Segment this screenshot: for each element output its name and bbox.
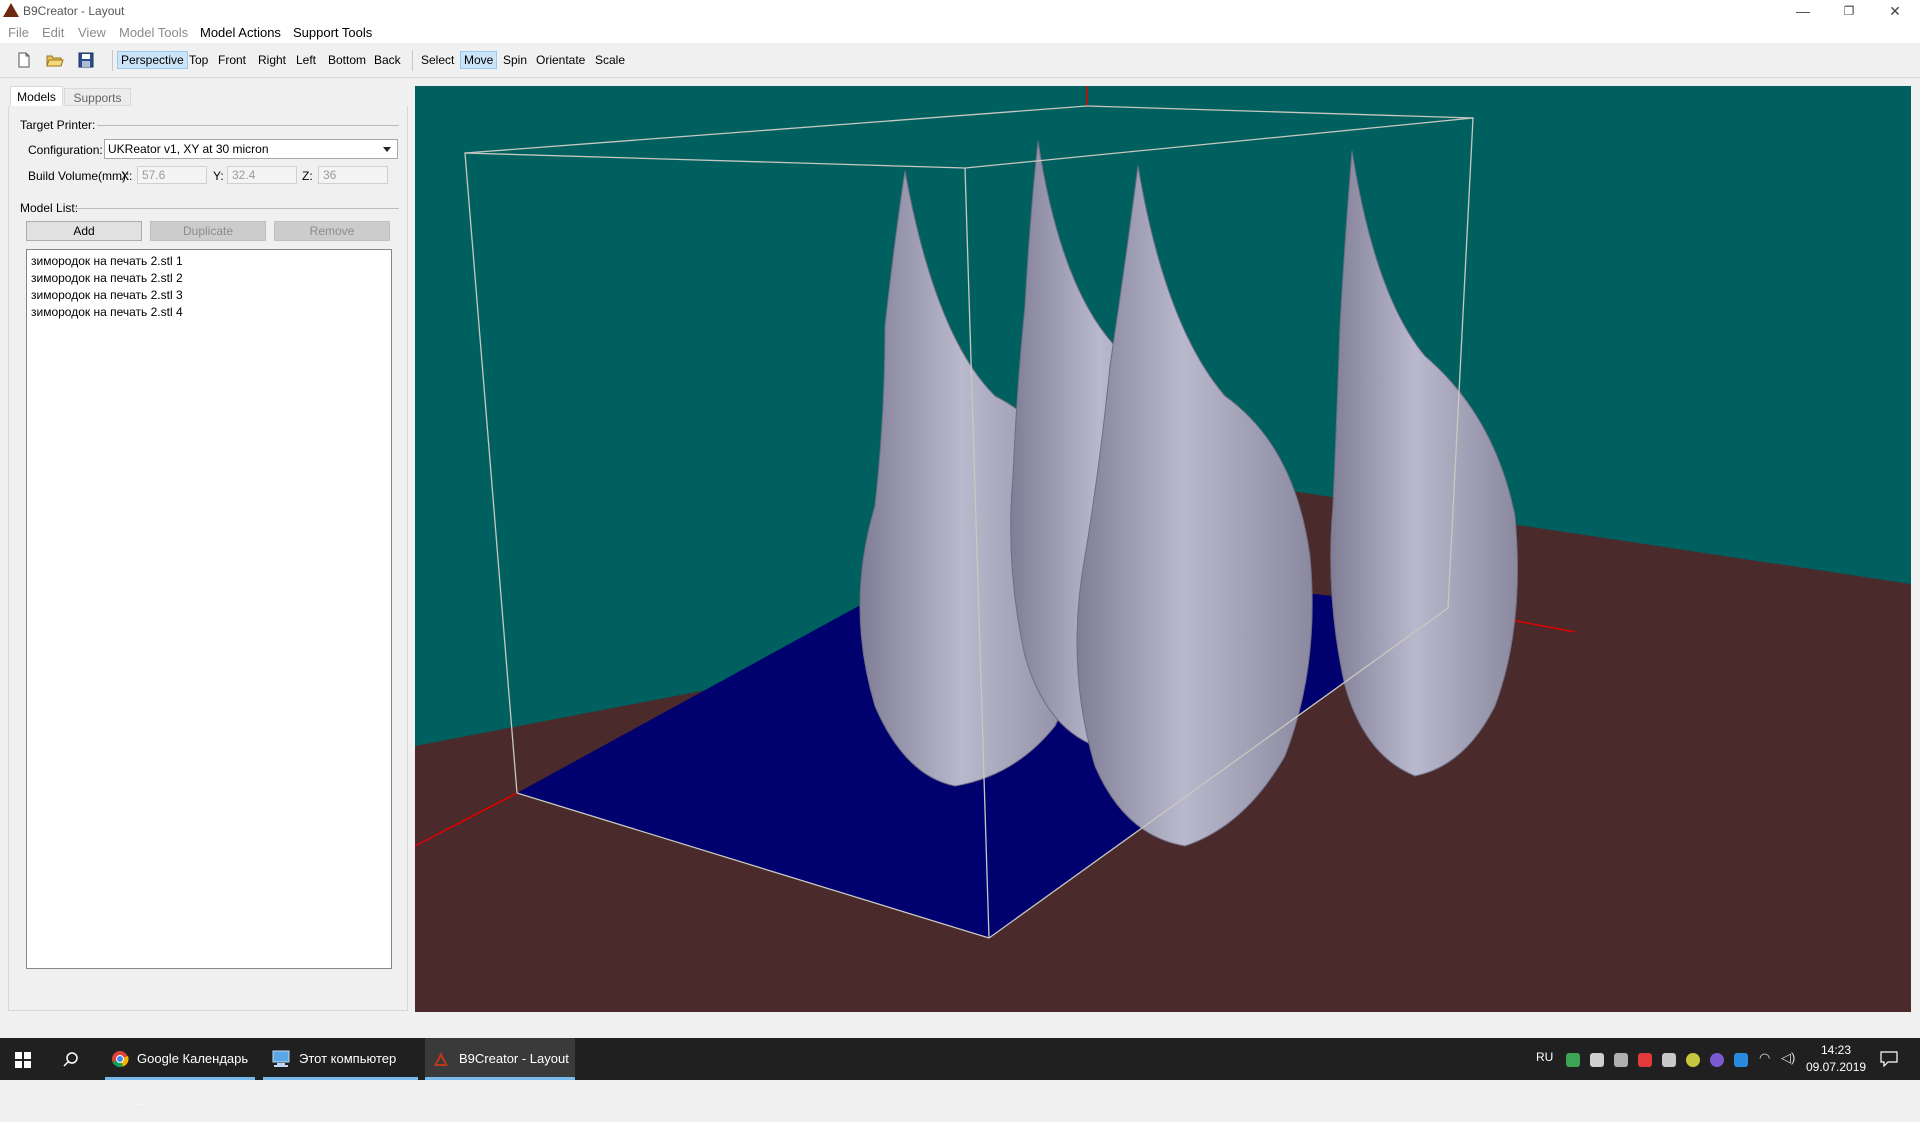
list-item[interactable]: зимородок на печать 2.stl 3 <box>31 288 183 302</box>
tool-spin-button[interactable]: Spin <box>500 51 530 69</box>
taskbar-item-chrome[interactable]: Google Календарь ... <box>105 1038 255 1108</box>
menu-edit[interactable]: Edit <box>42 25 64 40</box>
tray-viber-icon[interactable] <box>1710 1053 1724 1067</box>
b9creator-app-icon <box>3 3 19 17</box>
build-volume-z-field: 36 <box>318 166 388 184</box>
view-bottom-button[interactable]: Bottom <box>325 51 369 69</box>
tool-select-button[interactable]: Select <box>418 51 457 69</box>
model-list-label: Model List: <box>20 201 79 215</box>
view-top-button[interactable]: Top <box>186 51 211 69</box>
remove-model-button[interactable]: Remove <box>274 221 390 241</box>
save-icon[interactable] <box>77 51 95 69</box>
configuration-label: Configuration: <box>28 143 103 157</box>
list-item[interactable]: зимородок на печать 2.stl 2 <box>31 271 183 285</box>
windows-start-icon[interactable] <box>15 1052 31 1068</box>
b9creator-icon <box>434 1052 448 1066</box>
language-indicator[interactable]: RU <box>1536 1050 1553 1064</box>
menu-model-actions[interactable]: Model Actions <box>200 25 281 40</box>
menu-support-tools[interactable]: Support Tools <box>293 25 372 40</box>
taskbar-item-b9creator[interactable]: B9Creator - Layout <box>425 1038 575 1080</box>
close-button[interactable]: ✕ <box>1872 0 1918 22</box>
computer-icon <box>272 1050 290 1067</box>
list-item[interactable]: зимородок на печать 2.stl 4 <box>31 305 183 319</box>
search-icon[interactable] <box>63 1051 79 1067</box>
tray-messenger-icon[interactable] <box>1734 1053 1748 1067</box>
wifi-icon[interactable]: ◠ <box>1759 1050 1770 1066</box>
3d-viewport[interactable] <box>415 86 1911 1012</box>
tray-network-share-icon[interactable] <box>1590 1053 1604 1067</box>
tray-cloud-icon[interactable] <box>1662 1053 1676 1067</box>
tray-antivirus-icon[interactable] <box>1638 1053 1652 1067</box>
tray-update-icon[interactable] <box>1686 1053 1700 1067</box>
duplicate-model-button[interactable]: Duplicate <box>150 221 266 241</box>
model-list[interactable]: зимородок на печать 2.stl 1 зимородок на… <box>26 249 392 969</box>
build-volume-x-field: 57.6 <box>137 166 207 184</box>
open-folder-icon[interactable] <box>46 51 64 69</box>
taskbar-item-computer[interactable]: Этот компьютер <box>263 1038 418 1080</box>
menu-view[interactable]: View <box>78 25 106 40</box>
section-divider <box>97 125 399 126</box>
menu-bar: File Edit View Model Tools Model Actions… <box>0 22 1920 43</box>
status-bar <box>0 1013 1920 1037</box>
restore-button[interactable]: ❐ <box>1826 0 1872 22</box>
x-label: X: <box>121 169 133 183</box>
window-title: B9Creator - Layout <box>23 4 125 18</box>
z-label: Z: <box>302 169 313 183</box>
view-perspective-button[interactable]: Perspective <box>117 51 188 69</box>
tool-orientate-button[interactable]: Orientate <box>533 51 588 69</box>
section-divider <box>75 208 399 209</box>
tray-app-icon[interactable] <box>1566 1053 1580 1067</box>
clock-time[interactable]: 14:23 <box>1806 1043 1866 1057</box>
build-volume-label: Build Volume(mm): <box>28 169 130 183</box>
taskbar-item-label: B9Creator - Layout <box>459 1051 569 1066</box>
taskbar-item-label: Google Календарь ... <box>137 1051 249 1108</box>
chrome-icon <box>112 1051 129 1068</box>
configuration-value: UKReator v1, XY at 30 micron <box>108 142 269 156</box>
list-item[interactable]: зимородок на печать 2.stl 1 <box>31 254 183 268</box>
chevron-down-icon <box>383 147 391 152</box>
taskbar-item-label: Этот компьютер <box>299 1051 397 1066</box>
new-file-icon[interactable] <box>15 51 33 69</box>
scene-render <box>415 86 1911 1012</box>
notifications-icon[interactable] <box>1880 1051 1898 1067</box>
volume-icon[interactable]: ◁) <box>1781 1050 1795 1066</box>
view-front-button[interactable]: Front <box>215 51 249 69</box>
clock-date[interactable]: 09.07.2019 <box>1806 1060 1866 1074</box>
tray-calculator-icon[interactable] <box>1614 1053 1628 1067</box>
models-panel: Target Printer: Configuration: UKReator … <box>8 106 408 1011</box>
minimize-button[interactable]: — <box>1780 0 1826 22</box>
toolbar: Perspective Top Front Right Left Bottom … <box>0 43 1920 78</box>
menu-model-tools[interactable]: Model Tools <box>119 25 188 40</box>
title-bar: B9Creator - Layout — ❐ ✕ <box>0 0 1920 22</box>
target-printer-label: Target Printer: <box>20 118 96 132</box>
y-label: Y: <box>213 169 224 183</box>
add-model-button[interactable]: Add <box>26 221 142 241</box>
tab-models[interactable]: Models <box>10 86 63 106</box>
configuration-select[interactable]: UKReator v1, XY at 30 micron <box>104 139 398 159</box>
tool-move-button[interactable]: Move <box>460 51 498 69</box>
build-volume-y-field: 32.4 <box>227 166 297 184</box>
toolbar-separator <box>112 50 113 71</box>
menu-file[interactable]: File <box>8 25 29 40</box>
taskbar: Google Календарь ... Этот компьютер B9Cr… <box>0 1038 1920 1108</box>
toolbar-separator <box>412 50 413 71</box>
tab-supports[interactable]: Supports <box>64 88 131 106</box>
tool-scale-button[interactable]: Scale <box>592 51 628 69</box>
view-back-button[interactable]: Back <box>371 51 404 69</box>
view-left-button[interactable]: Left <box>293 51 319 69</box>
view-right-button[interactable]: Right <box>255 51 289 69</box>
